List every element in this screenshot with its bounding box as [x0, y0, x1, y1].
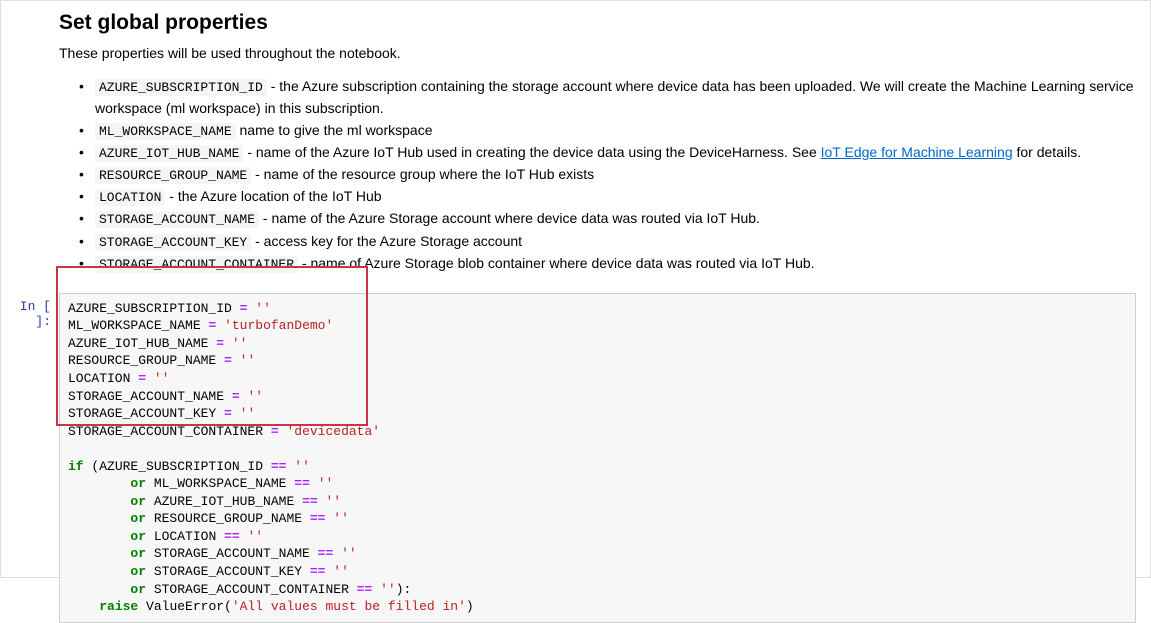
code-input[interactable]: AZURE_SUBSCRIPTION_ID = ''ML_WORKSPACE_N…: [59, 293, 1136, 623]
list-item: RESOURCE_GROUP_NAME - name of the resour…: [79, 164, 1136, 186]
code-line: STORAGE_ACCOUNT_NAME = '': [68, 388, 1127, 406]
doc-link[interactable]: IoT Edge for Machine Learning: [821, 144, 1013, 160]
list-item: AZURE_SUBSCRIPTION_ID - the Azure subscr…: [79, 76, 1136, 120]
list-item: LOCATION - the Azure location of the IoT…: [79, 186, 1136, 208]
list-item: STORAGE_ACCOUNT_KEY - access key for the…: [79, 231, 1136, 253]
code-line: AZURE_IOT_HUB_NAME = '': [68, 335, 1127, 353]
code-line: if (AZURE_SUBSCRIPTION_ID == '': [68, 458, 1127, 476]
property-code: STORAGE_ACCOUNT_CONTAINER: [95, 256, 298, 273]
code-line: AZURE_SUBSCRIPTION_ID = '': [68, 300, 1127, 318]
code-line: raise ValueError('All values must be fil…: [68, 598, 1127, 616]
code-line: or STORAGE_ACCOUNT_CONTAINER == ''):: [68, 581, 1127, 599]
intro-paragraph: These properties will be used throughout…: [59, 43, 1136, 64]
code-line: LOCATION = '': [68, 370, 1127, 388]
property-code: ML_WORKSPACE_NAME: [95, 123, 236, 140]
code-line: [68, 440, 1127, 458]
markdown-cell: Set global properties These properties w…: [59, 11, 1136, 275]
list-item: AZURE_IOT_HUB_NAME - name of the Azure I…: [79, 142, 1136, 164]
property-code: RESOURCE_GROUP_NAME: [95, 167, 251, 184]
code-line: or LOCATION == '': [68, 528, 1127, 546]
code-line: RESOURCE_GROUP_NAME = '': [68, 352, 1127, 370]
section-heading: Set global properties: [59, 11, 1136, 35]
property-code: AZURE_IOT_HUB_NAME: [95, 145, 243, 162]
property-code: AZURE_SUBSCRIPTION_ID: [95, 79, 267, 96]
property-code: STORAGE_ACCOUNT_KEY: [95, 234, 251, 251]
code-cell[interactable]: In [ ]: AZURE_SUBSCRIPTION_ID = ''ML_WOR…: [1, 293, 1150, 623]
list-item: ML_WORKSPACE_NAME name to give the ml wo…: [79, 120, 1136, 142]
code-line: ML_WORKSPACE_NAME = 'turbofanDemo': [68, 317, 1127, 335]
code-line: STORAGE_ACCOUNT_KEY = '': [68, 405, 1127, 423]
code-line: STORAGE_ACCOUNT_CONTAINER = 'devicedata': [68, 423, 1127, 441]
notebook-container: Set global properties These properties w…: [1, 1, 1150, 623]
code-line: or AZURE_IOT_HUB_NAME == '': [68, 493, 1127, 511]
properties-list: AZURE_SUBSCRIPTION_ID - the Azure subscr…: [59, 76, 1136, 275]
code-line: or RESOURCE_GROUP_NAME == '': [68, 510, 1127, 528]
property-code: STORAGE_ACCOUNT_NAME: [95, 211, 259, 228]
input-prompt: In [ ]:: [1, 293, 59, 329]
code-line: or ML_WORKSPACE_NAME == '': [68, 475, 1127, 493]
property-code: LOCATION: [95, 189, 165, 206]
code-line: or STORAGE_ACCOUNT_NAME == '': [68, 545, 1127, 563]
list-item: STORAGE_ACCOUNT_NAME - name of the Azure…: [79, 208, 1136, 230]
list-item: STORAGE_ACCOUNT_CONTAINER - name of Azur…: [79, 253, 1136, 275]
